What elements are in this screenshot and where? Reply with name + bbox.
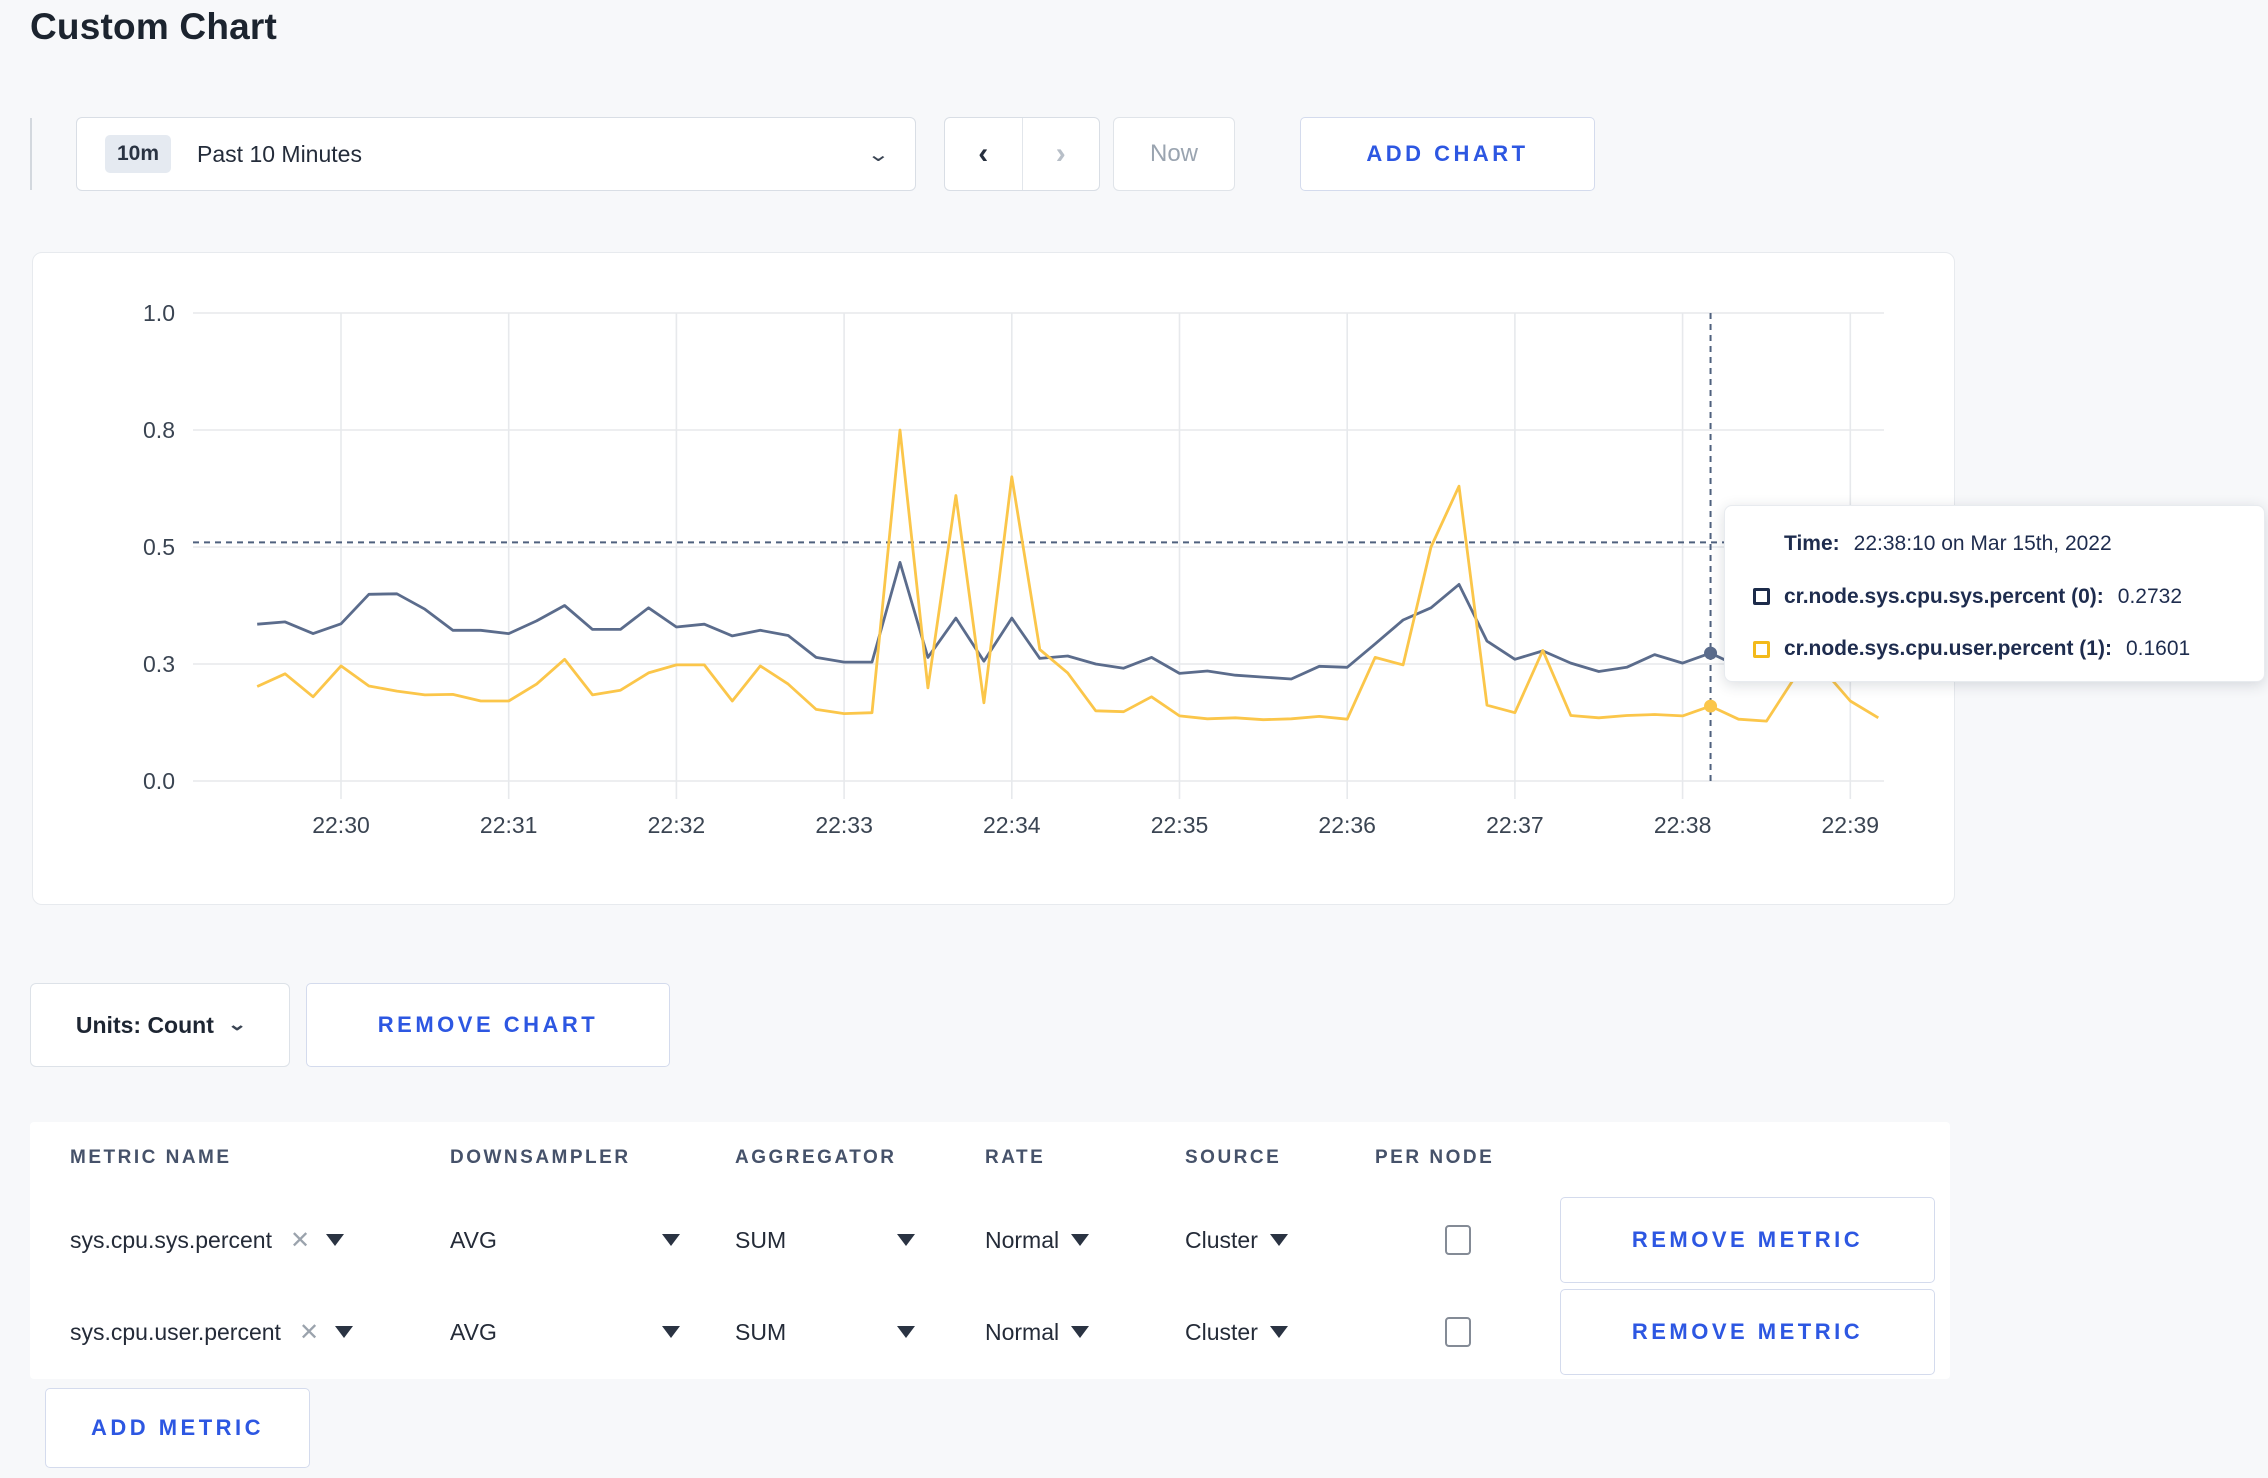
source-select[interactable]: Cluster	[1185, 1319, 1288, 1346]
per-node-checkbox[interactable]	[1445, 1317, 1471, 1347]
time-step-buttons: ‹ ›	[944, 117, 1100, 191]
metrics-table-header: METRIC NAME DOWNSAMPLER AGGREGATOR RATE …	[30, 1122, 1950, 1194]
svg-text:22:34: 22:34	[983, 812, 1041, 838]
step-forward-button[interactable]: ›	[1023, 118, 1100, 190]
aggregator-value: SUM	[735, 1226, 787, 1253]
chevron-down-icon	[1269, 1326, 1288, 1338]
svg-text:22:36: 22:36	[1318, 812, 1376, 838]
chart-card: 0.0 0.3 0.5 0.8 1.0 22:30 22:31 22:32 22:33 22:34…	[32, 252, 2265, 906]
chevron-down-icon	[662, 1234, 680, 1246]
toolbar-divider	[30, 118, 32, 190]
tooltip-series-value: 0.1601	[2125, 637, 2191, 660]
downsampler-value: AVG	[450, 1318, 497, 1345]
svg-text:22:30: 22:30	[312, 812, 370, 838]
per-node-checkbox[interactable]	[1445, 1225, 1471, 1255]
table-row: sys.cpu.user.percent ✕ AVG SUM Normal Cl…	[30, 1286, 1950, 1378]
col-header-rate: RATE	[985, 1147, 1046, 1168]
aggregator-value: SUM	[735, 1318, 787, 1345]
source-select[interactable]: Cluster	[1185, 1227, 1288, 1254]
metric-name-value: sys.cpu.user.percent	[70, 1318, 281, 1345]
remove-chart-button[interactable]: REMOVE CHART	[306, 983, 670, 1067]
tooltip-time-row: Time: 22:38:10 on Mar 15th, 2022	[1753, 532, 2244, 556]
chevron-down-icon	[1071, 1326, 1090, 1338]
col-header-source: SOURCE	[1185, 1147, 1282, 1168]
downsampler-select[interactable]: AVG	[450, 1227, 680, 1254]
svg-text:22:31: 22:31	[480, 812, 538, 838]
custom-chart-page: { "page_title": "Custom Chart", "toolbar…	[0, 0, 2268, 1478]
tooltip-series-value: 0.2732	[2117, 584, 2183, 608]
remove-metric-button[interactable]: REMOVE METRIC	[1560, 1197, 1935, 1283]
tooltip-series-name: cr.node.sys.cpu.sys.percent (0):	[1784, 584, 2104, 608]
svg-text:22:37: 22:37	[1486, 812, 1544, 838]
rate-value: Normal	[985, 1226, 1060, 1253]
units-select[interactable]: Units: Count ⌄	[30, 983, 290, 1067]
svg-text:0.5: 0.5	[143, 534, 175, 560]
col-header-per-node: PER NODE	[1375, 1147, 1495, 1168]
downsampler-value: AVG	[450, 1226, 497, 1253]
source-value: Cluster	[1185, 1318, 1258, 1345]
chevron-down-icon: ⌄	[227, 1015, 247, 1034]
time-range-label: Past 10 Minutes	[197, 140, 362, 167]
rate-value: Normal	[985, 1318, 1060, 1345]
rate-select[interactable]: Normal	[985, 1226, 1090, 1254]
add-metric-button[interactable]: ADD METRIC	[45, 1388, 310, 1468]
step-back-button[interactable]: ‹	[945, 118, 1023, 190]
tooltip-series-row: cr.node.sys.cpu.sys.percent (0): 0.2732	[1753, 585, 2244, 609]
svg-text:22:39: 22:39	[1822, 812, 1880, 838]
svg-text:0.8: 0.8	[143, 417, 175, 443]
svg-text:1.0: 1.0	[143, 300, 175, 326]
time-range-select[interactable]: 10m Past 10 Minutes ⌄	[76, 117, 916, 191]
svg-text:0.3: 0.3	[143, 651, 175, 677]
downsampler-select[interactable]: AVG	[450, 1319, 680, 1346]
svg-text:22:33: 22:33	[815, 812, 873, 838]
tooltip-series-row: cr.node.sys.cpu.user.percent (1): 0.1601	[1753, 637, 2244, 661]
source-value: Cluster	[1185, 1226, 1258, 1253]
chevron-down-icon: ⌄	[866, 143, 891, 166]
clear-metric-icon[interactable]: ✕	[299, 1318, 319, 1347]
page-title: Custom Chart	[30, 6, 278, 47]
col-header-metric-name: METRIC NAME	[70, 1147, 232, 1168]
svg-text:22:38: 22:38	[1654, 812, 1712, 838]
tooltip-series-name: cr.node.sys.cpu.user.percent (1):	[1784, 637, 2112, 660]
units-label: Units: Count	[75, 1011, 214, 1038]
clear-metric-icon[interactable]: ✕	[290, 1226, 310, 1255]
aggregator-select[interactable]: SUM	[735, 1227, 915, 1254]
add-chart-button[interactable]: ADD CHART	[1300, 117, 1595, 191]
chevron-down-icon	[662, 1326, 680, 1338]
tooltip-spacer	[1753, 536, 1770, 553]
col-header-aggregator: AGGREGATOR	[735, 1147, 897, 1168]
metrics-table: METRIC NAME DOWNSAMPLER AGGREGATOR RATE …	[30, 1122, 1950, 1379]
aggregator-select[interactable]: SUM	[735, 1319, 915, 1346]
table-row: sys.cpu.sys.percent ✕ AVG SUM Normal Clu…	[30, 1194, 1950, 1286]
rate-select[interactable]: Normal	[985, 1318, 1090, 1346]
chevron-down-icon	[1269, 1234, 1288, 1246]
time-range-badge: 10m	[105, 135, 172, 173]
chevron-down-icon[interactable]	[335, 1326, 354, 1338]
tooltip-time-label: Time:	[1784, 532, 1840, 555]
chevron-down-icon	[897, 1326, 915, 1338]
chevron-down-icon	[897, 1234, 915, 1246]
now-button[interactable]: Now	[1113, 117, 1235, 191]
series-sys-legend-icon	[1753, 588, 1770, 605]
remove-metric-button[interactable]: REMOVE METRIC	[1560, 1289, 1935, 1375]
chevron-down-icon	[1071, 1234, 1090, 1246]
svg-text:22:35: 22:35	[1151, 812, 1209, 838]
svg-text:0.0: 0.0	[143, 768, 175, 794]
metric-name-value: sys.cpu.sys.percent	[70, 1226, 272, 1253]
chart-hover-tooltip: Time: 22:38:10 on Mar 15th, 2022 cr.node…	[1724, 505, 2265, 682]
custom-chart-plot[interactable]: 0.0 0.3 0.5 0.8 1.0 22:30 22:31 22:32 22:33 22:34…	[33, 253, 1956, 906]
tooltip-time-value: 22:38:10 on Mar 15th, 2022	[1853, 532, 2112, 555]
series-user-legend-icon	[1753, 640, 1770, 658]
svg-text:22:32: 22:32	[648, 812, 706, 838]
chevron-down-icon[interactable]	[326, 1234, 345, 1246]
col-header-downsampler: DOWNSAMPLER	[450, 1147, 631, 1168]
